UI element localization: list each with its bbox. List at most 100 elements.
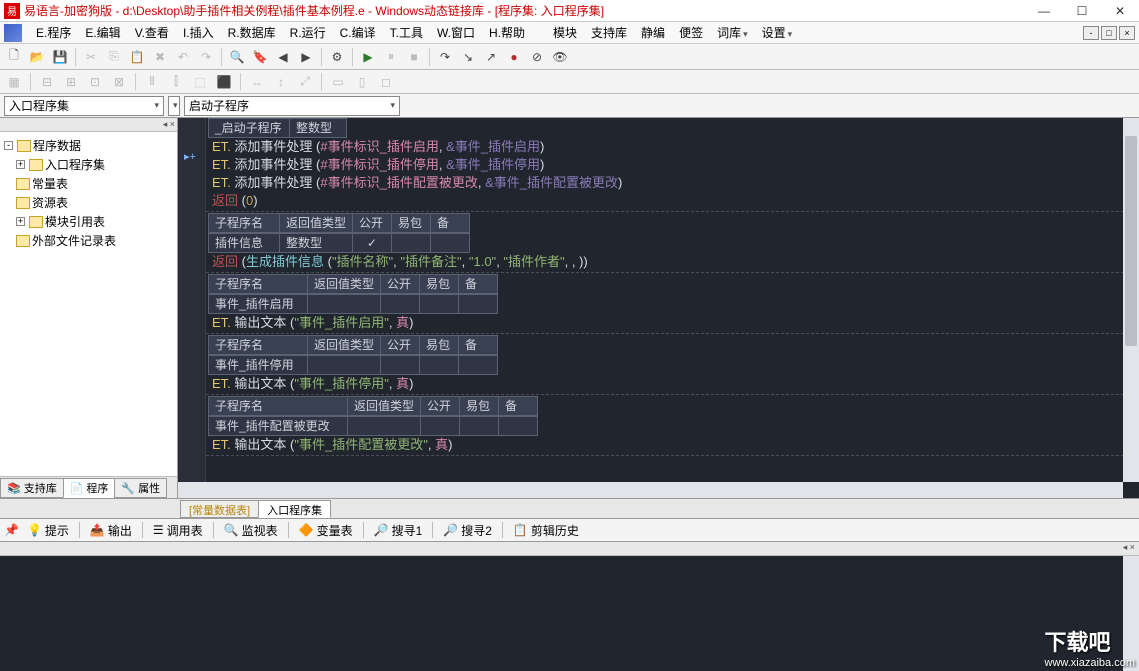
find-icon[interactable]: 🔍 xyxy=(227,47,247,67)
t2-9-icon[interactable]: ↔ xyxy=(247,72,267,92)
menu-edit[interactable]: E.编辑 xyxy=(79,22,126,43)
cell-pub-check[interactable] xyxy=(352,233,392,253)
code-editor[interactable]: ▸+ _启动子程序整数型 ET. 添加事件处理 (#事件标识_插件启用, &事件… xyxy=(178,118,1139,498)
output-panel[interactable]: 下载吧 www.xiazaiba.com xyxy=(0,556,1139,671)
pause-icon[interactable]: ⏸ xyxy=(381,47,401,67)
config-icon[interactable]: ⚙ xyxy=(327,47,347,67)
tab-main-progset[interactable]: 入口程序集 xyxy=(258,500,331,518)
open-icon[interactable]: 📂 xyxy=(27,47,47,67)
tab-var[interactable]: 🔶变量表 xyxy=(293,520,359,541)
cell-pkg[interactable] xyxy=(391,233,431,253)
breakpoint-icon[interactable]: ● xyxy=(504,47,524,67)
cell-rem[interactable] xyxy=(430,233,470,253)
cell-ev3[interactable]: 事件_插件配置被更改 xyxy=(208,416,348,436)
t2-7-icon[interactable]: ⬚ xyxy=(190,72,210,92)
bookmark-next-icon[interactable]: ▶ xyxy=(296,47,316,67)
tab-find1[interactable]: 🔎搜寻1 xyxy=(368,520,429,541)
mdi-close-icon[interactable]: × xyxy=(1119,26,1135,40)
cell-ret2[interactable]: 整数型 xyxy=(279,233,353,253)
tab-const-table[interactable]: [常量数据表] xyxy=(180,500,259,518)
close-button[interactable]: ✕ xyxy=(1105,4,1135,18)
scroll-thumb[interactable] xyxy=(1125,136,1137,346)
maximize-button[interactable]: ☐ xyxy=(1067,4,1097,18)
progset-combo[interactable]: 入口程序集▾ xyxy=(4,96,164,116)
t2-6-icon[interactable]: ⫿ xyxy=(166,72,186,92)
tab-watch[interactable]: 🔍监视表 xyxy=(218,520,284,541)
menu-dict[interactable]: 词库 xyxy=(711,22,754,43)
cell-ev1[interactable]: 事件_插件启用 xyxy=(208,294,308,314)
menu-tool[interactable]: T.工具 xyxy=(384,22,429,43)
output-close-icon[interactable]: ◂ × xyxy=(1123,542,1135,555)
mdi-restore-icon[interactable]: □ xyxy=(1101,26,1117,40)
t2-3-icon[interactable]: ⊡ xyxy=(85,72,105,92)
gutter-marker-icon[interactable]: ▸+ xyxy=(184,150,198,164)
menu-window[interactable]: W.窗口 xyxy=(431,22,481,43)
tab-program[interactable]: 📄程序 xyxy=(63,478,116,498)
undo-icon[interactable]: ↶ xyxy=(173,47,193,67)
progset-extra[interactable]: ▾ xyxy=(168,96,180,116)
cell-plugininfo[interactable]: 插件信息 xyxy=(208,233,280,253)
menu-setting[interactable]: 设置 xyxy=(756,22,799,43)
watch-icon[interactable]: 👁 xyxy=(550,47,570,67)
menu-run[interactable]: R.运行 xyxy=(284,22,332,43)
save-icon[interactable]: 💾 xyxy=(50,47,70,67)
tab-call[interactable]: ☰调用表 xyxy=(147,520,209,541)
cell-startsub[interactable]: _启动子程序 xyxy=(208,118,290,138)
t2-14-icon[interactable]: ◻ xyxy=(376,72,396,92)
redo-icon[interactable]: ↷ xyxy=(196,47,216,67)
menu-file[interactable]: E.程序 xyxy=(30,22,77,43)
new-icon[interactable]: 🗋 xyxy=(4,47,24,67)
sidebar-tabs: 📚支持库 📄程序 🔧属性 xyxy=(0,476,177,498)
tab-find2[interactable]: 🔎搜寻2 xyxy=(437,520,498,541)
menu-compile[interactable]: C.编译 xyxy=(334,22,382,43)
cell-rettype[interactable]: 整数型 xyxy=(289,118,347,138)
horizontal-scrollbar[interactable] xyxy=(178,482,1123,498)
mdi-min-icon[interactable]: - xyxy=(1083,26,1099,40)
tab-property[interactable]: 🔧属性 xyxy=(114,478,167,498)
menu-find[interactable]: V.查看 xyxy=(129,22,175,43)
copy-icon[interactable]: ⎘ xyxy=(104,47,124,67)
minimize-button[interactable]: — xyxy=(1029,4,1059,18)
run-icon[interactable]: ▶ xyxy=(358,47,378,67)
tab-tip[interactable]: 💡提示 xyxy=(21,520,75,541)
bookmark-icon[interactable]: 🔖 xyxy=(250,47,270,67)
tip-icon: 💡 xyxy=(27,523,42,537)
t2-2-icon[interactable]: ⊞ xyxy=(61,72,81,92)
tab-output[interactable]: 📤输出 xyxy=(84,520,138,541)
t2-1-icon[interactable]: ⊟ xyxy=(37,72,57,92)
clear-bp-icon[interactable]: ⊘ xyxy=(527,47,547,67)
call-icon: ☰ xyxy=(153,523,164,537)
sidebar-pin-icon[interactable]: ◂ × xyxy=(163,119,175,130)
cut-icon[interactable]: ✂ xyxy=(81,47,101,67)
menu-db[interactable]: R.数据库 xyxy=(222,22,282,43)
t2-10-icon[interactable]: ↕ xyxy=(271,72,291,92)
bookmark-prev-icon[interactable]: ◀ xyxy=(273,47,293,67)
menu-note[interactable]: 便签 xyxy=(673,22,709,43)
align-left-icon[interactable]: ▦ xyxy=(4,72,24,92)
stepout-icon[interactable]: ↗ xyxy=(481,47,501,67)
stop-icon[interactable]: ■ xyxy=(404,47,424,67)
menu-mute[interactable]: 静编 xyxy=(635,22,671,43)
menu-support[interactable]: 支持库 xyxy=(585,22,633,43)
stepinto-icon[interactable]: ↘ xyxy=(458,47,478,67)
menu-module[interactable]: 模块 xyxy=(547,22,583,43)
t2-8-icon[interactable]: ⬛ xyxy=(214,72,234,92)
delete-icon[interactable]: ✖ xyxy=(150,47,170,67)
t2-11-icon[interactable]: ⤢ xyxy=(295,72,315,92)
stepover-icon[interactable]: ↷ xyxy=(435,47,455,67)
t2-12-icon[interactable]: ▭ xyxy=(328,72,348,92)
paste-icon[interactable]: 📋 xyxy=(127,47,147,67)
menu-insert[interactable]: I.插入 xyxy=(177,22,220,43)
t2-13-icon[interactable]: ▯ xyxy=(352,72,372,92)
pin-icon[interactable]: 📌 xyxy=(4,523,19,537)
cell-ev2[interactable]: 事件_插件停用 xyxy=(208,355,308,375)
subroutine-combo[interactable]: 启动子程序▾ xyxy=(184,96,400,116)
t2-4-icon[interactable]: ⊠ xyxy=(109,72,129,92)
tab-support[interactable]: 📚支持库 xyxy=(0,478,64,498)
tab-clip[interactable]: 📋剪辑历史 xyxy=(507,520,585,541)
t2-5-icon[interactable]: ⫴ xyxy=(142,72,162,92)
project-tree[interactable]: -程序数据 +入口程序集 常量表 资源表 +模块引用表 外部文件记录表 xyxy=(0,132,177,476)
menu-help[interactable]: H.帮助 xyxy=(483,22,531,43)
code-area[interactable]: _启动子程序整数型 ET. 添加事件处理 (#事件标识_插件启用, &事件_插件… xyxy=(206,118,1139,498)
vertical-scrollbar[interactable] xyxy=(1123,118,1139,482)
